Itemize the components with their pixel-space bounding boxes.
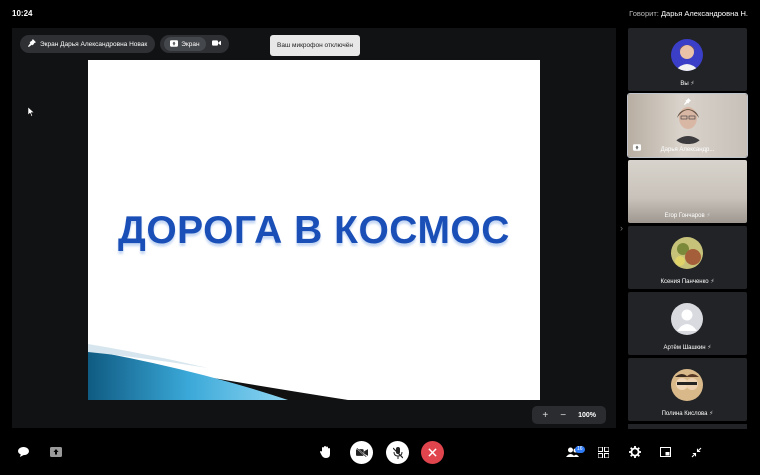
camera-off-button[interactable]: [350, 441, 373, 464]
screen-view-label: Экран: [181, 40, 200, 48]
participant-name: Артём Шашкин ⚡︎: [628, 344, 747, 351]
participant-name-text: Вы: [680, 81, 689, 87]
participant-name-text: Егор Гончаров: [664, 213, 705, 219]
slide-title: ДОРОГА В КОСМОС: [118, 209, 510, 252]
camera-icon: [211, 40, 221, 48]
participants-panel: Вы ⚡︎ Дарья Александр... Егор Гончаров ⚡…: [627, 28, 748, 429]
zoom-controls: + − 100%: [532, 406, 606, 424]
mic-muted-icon: ⚡︎: [709, 411, 714, 417]
participant-name: Егор Гончаров ⚡︎: [628, 212, 747, 219]
participant-tile[interactable]: Дарья Александр...: [627, 93, 748, 158]
zoom-in-button[interactable]: +: [542, 410, 548, 421]
mic-off-button[interactable]: [386, 441, 409, 464]
participant-name: Дарья Александр...: [628, 147, 747, 153]
collapse-panel-chevron-icon[interactable]: ›: [620, 223, 623, 233]
screen-share-stage: Экран Дарья Александровна Новак Экран Ва…: [12, 28, 616, 428]
chat-icon[interactable]: [18, 447, 29, 457]
zoom-out-button[interactable]: −: [560, 410, 566, 421]
participant-name: Ксения Панченко ⚡︎: [628, 278, 747, 285]
participant-name-text: Дарья Александр...: [660, 147, 715, 153]
participant-tile-partial: [628, 424, 747, 429]
participant-video: [670, 104, 706, 144]
mouse-cursor-icon: [27, 104, 35, 122]
pin-icon: [28, 39, 36, 49]
mic-muted-icon: ⚡︎: [690, 81, 695, 87]
active-speaker-name: Дарья Александровна Н.: [660, 9, 748, 18]
end-call-button[interactable]: [421, 441, 444, 464]
participant-name-text: Ксения Панченко: [660, 279, 709, 285]
participant-tile[interactable]: Вы ⚡︎: [628, 28, 747, 91]
screen-view-toggle[interactable]: Экран: [164, 37, 206, 51]
camera-off-icon: [355, 448, 368, 457]
avatar: [671, 303, 703, 335]
camera-view-toggle[interactable]: [208, 40, 225, 48]
picture-in-picture-icon[interactable]: [660, 447, 671, 457]
bottom-toolbar: [0, 432, 760, 475]
zoom-level: 100%: [578, 411, 596, 419]
pinned-screen-pill[interactable]: Экран Дарья Александровна Новак: [20, 35, 156, 53]
active-speaker: Говорит: Дарья Александровна Н.: [629, 9, 748, 18]
screen-share-icon: [170, 39, 179, 49]
stage-top-controls: Экран Дарья Александровна Новак Экран: [20, 35, 229, 53]
avatar: [671, 39, 703, 71]
mic-muted-icon: ⚡︎: [707, 345, 712, 351]
participant-name-text: Полина Кислова: [661, 411, 708, 417]
grid-layout-icon[interactable]: [598, 447, 609, 458]
participant-tile[interactable]: Егор Гончаров ⚡︎: [628, 160, 747, 223]
view-mode-pill: Экран: [160, 35, 229, 53]
exit-fullscreen-icon[interactable]: [691, 447, 702, 458]
mic-muted-toast: Ваш микрофон отключён: [270, 35, 360, 56]
mic-muted-icon: ⚡︎: [706, 213, 711, 219]
pinned-screen-label: Экран Дарья Александровна Новак: [40, 40, 148, 48]
avatar: [671, 237, 703, 269]
raise-hand-icon[interactable]: [320, 446, 331, 458]
active-speaker-label: Говорит:: [629, 9, 659, 18]
participant-tile[interactable]: Ксения Панченко ⚡︎: [628, 226, 747, 289]
participant-name: Полина Кислова ⚡︎: [628, 410, 747, 417]
participant-tile[interactable]: Артём Шашкин ⚡︎: [628, 292, 747, 355]
mic-muted-icon: ⚡︎: [710, 279, 715, 285]
close-icon: [428, 448, 437, 457]
participants-count-badge: 16: [575, 446, 585, 453]
mic-off-icon: [392, 446, 403, 459]
participant-name-text: Артём Шашкин: [663, 345, 706, 351]
clock: 10:24: [12, 9, 33, 18]
participant-tile[interactable]: Полина Кислова ⚡︎: [628, 358, 747, 421]
participant-name: Вы ⚡︎: [628, 80, 747, 87]
settings-gear-icon[interactable]: [629, 446, 641, 458]
top-bar: 10:24 Говорит: Дарья Александровна Н.: [0, 0, 760, 28]
shared-slide: ДОРОГА В КОСМОС: [88, 60, 540, 400]
screen-share-toggle-icon[interactable]: [50, 447, 62, 457]
avatar: [671, 369, 703, 401]
slide-decoration: [88, 344, 348, 400]
